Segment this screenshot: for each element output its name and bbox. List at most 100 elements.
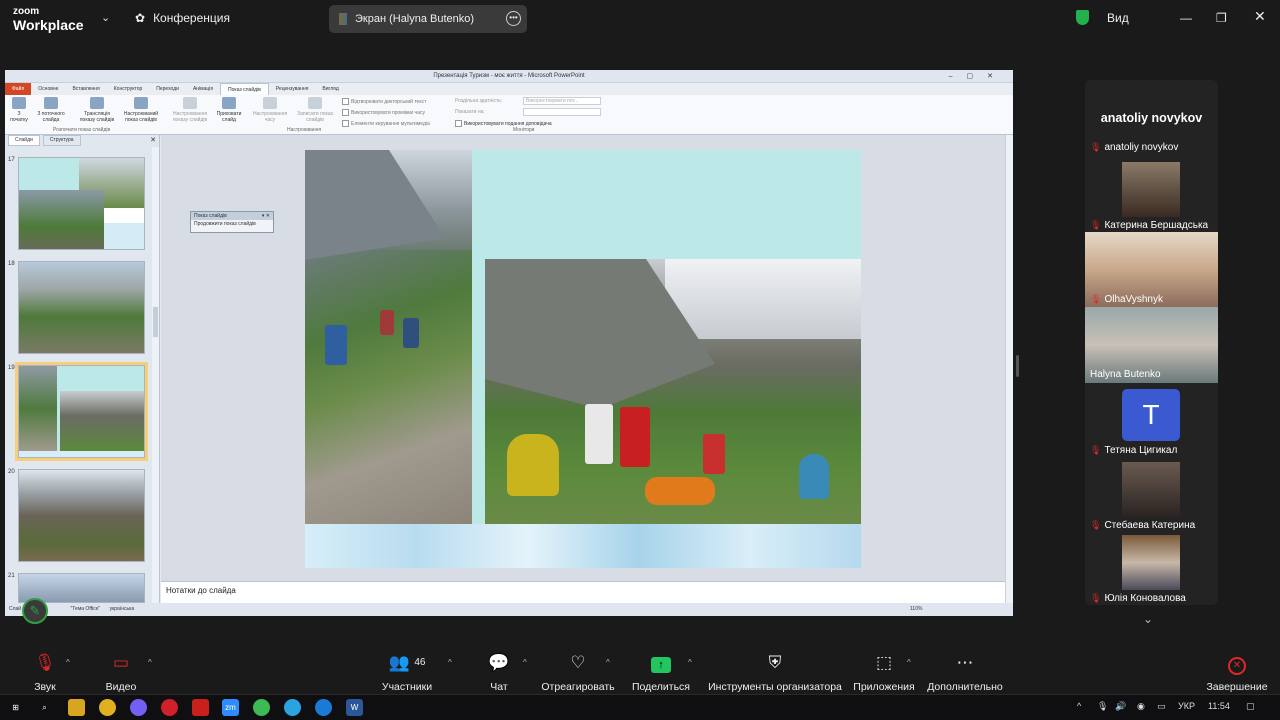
ribbon-hide-slide[interactable]: Приховати слайд: [214, 97, 244, 123]
close-icon[interactable]: ✕: [1254, 8, 1266, 25]
participant-tile[interactable]: 🎙 Катерина Бершадська: [1085, 158, 1218, 234]
ribbon-record[interactable]: Записати показ слайдів: [295, 97, 335, 123]
word-icon[interactable]: W: [346, 699, 363, 716]
chrome-alt-icon[interactable]: [253, 699, 270, 716]
video-options-caret-icon[interactable]: ^: [148, 658, 152, 667]
zoom-app-icon[interactable]: zm: [222, 699, 239, 716]
more-button[interactable]: ⋯ Дополнительно: [920, 644, 1010, 693]
host-tools-button[interactable]: ⛨ Инструменты организатора: [707, 644, 843, 693]
chat-button[interactable]: 💬 Чат: [454, 644, 544, 693]
ribbon-custom-show[interactable]: Настроюваний показ слайдів: [119, 97, 163, 123]
ppt-tab-animation[interactable]: Анімація: [186, 83, 220, 95]
video-off-icon: ▭: [112, 653, 130, 672]
tray-chevron-icon[interactable]: ^: [1077, 701, 1081, 711]
resolution-select[interactable]: Використовувати пот...: [523, 97, 601, 105]
react-caret-icon[interactable]: ^: [606, 658, 610, 667]
participant-tile[interactable]: 🎙 OlhaVyshnyk: [1085, 232, 1218, 308]
ppt-window-title: Презентація Туризм - моє життя - Microso…: [433, 73, 585, 79]
participant-tile[interactable]: 🎙 Стебаева Катерина: [1085, 458, 1218, 534]
broadcast-icon: [90, 97, 104, 109]
windows-start-icon[interactable]: ⊞: [7, 699, 24, 716]
maximize-icon[interactable]: ❐: [1216, 11, 1227, 25]
tab-slides[interactable]: Слайди: [8, 135, 40, 146]
keyboard-language[interactable]: УКР: [1178, 701, 1195, 711]
share-button[interactable]: ↑ Поделиться: [616, 644, 706, 693]
battery-icon[interactable]: ▭: [1157, 701, 1166, 712]
participant-tile[interactable]: 🎙 anatoliy novykov: [1085, 132, 1218, 156]
check-timings[interactable]: Використовувати проміжки часу: [342, 109, 425, 116]
ppt-tab-design[interactable]: Конструктор: [107, 83, 150, 95]
notifications-icon[interactable]: ▢: [1246, 701, 1255, 712]
ppt-tab-file[interactable]: Файл: [5, 83, 32, 95]
react-button[interactable]: ♡ Отреагировать: [533, 644, 623, 693]
ppt-tab-transitions[interactable]: Переходи: [149, 83, 186, 95]
chat-caret-icon[interactable]: ^: [523, 658, 527, 667]
minimize-icon[interactable]: —: [1180, 11, 1192, 25]
security-shield-icon[interactable]: [1076, 10, 1089, 25]
search-icon[interactable]: ⌕: [36, 699, 53, 716]
gallery-scroll-down-icon[interactable]: ⌄: [1143, 612, 1153, 626]
current-slide[interactable]: [305, 150, 861, 568]
end-call-icon: ✕: [1192, 653, 1280, 675]
person-white: [585, 404, 613, 464]
file-explorer-icon[interactable]: [68, 699, 85, 716]
apps-caret-icon[interactable]: ^: [907, 658, 911, 667]
ribbon-from-current[interactable]: З поточного слайда: [33, 97, 69, 123]
chrome-icon[interactable]: [99, 699, 116, 716]
chevron-down-icon[interactable]: ⌄: [101, 11, 110, 24]
slideshow-popup[interactable]: Показ слайдів ▾ ✕ Продовжити показ слайд…: [190, 211, 274, 233]
participant-tile-active-speaker[interactable]: Halyna Butenko: [1085, 307, 1218, 383]
show-on-select[interactable]: [523, 108, 601, 116]
edge-icon[interactable]: [315, 699, 332, 716]
telegram-icon[interactable]: [284, 699, 301, 716]
status-zoom[interactable]: 110%: [910, 606, 922, 612]
more-options-icon[interactable]: •••: [506, 11, 521, 26]
video-button[interactable]: ▭ Видео: [76, 644, 166, 693]
conference-info-button[interactable]: ✿ Конференция: [135, 11, 230, 25]
participants-caret-icon[interactable]: ^: [448, 658, 452, 667]
ribbon-setup-show[interactable]: Настроювання показу слайдів: [168, 97, 212, 123]
slide-thumbnail[interactable]: [18, 469, 145, 562]
clock[interactable]: 11:54: [1208, 701, 1230, 711]
participant-tile[interactable]: 🎙 Юлія Коновалова: [1085, 531, 1218, 607]
tab-outline[interactable]: Структура: [42, 135, 81, 146]
ribbon-rehearse[interactable]: Настроювання часу: [248, 97, 292, 123]
notes-area[interactable]: Нотатки до слайда: [161, 581, 1005, 603]
ppt-tab-insert[interactable]: Вставлення: [65, 83, 106, 95]
acrobat-icon[interactable]: [192, 699, 209, 716]
check-media[interactable]: Елементи керування мультимедіа: [342, 120, 430, 127]
close-panel-icon[interactable]: ✕: [150, 136, 156, 144]
participants-button[interactable]: 👥 46 Участники: [362, 644, 452, 693]
participant-tile[interactable]: T 🎙 Тетяна Цигикал: [1085, 383, 1218, 459]
end-meeting-button[interactable]: ✕ Завершение: [1192, 644, 1280, 693]
tray-mic-icon[interactable]: 🎙: [1097, 701, 1108, 712]
apps-button[interactable]: ⬚ Приложения: [839, 644, 929, 693]
screen-share-indicator[interactable]: Экран (Halyna Butenko) •••: [329, 5, 527, 33]
slides-scrollbar[interactable]: [152, 147, 159, 603]
ppt-tab-slideshow[interactable]: Показ слайдів: [220, 82, 269, 96]
audio-options-caret-icon[interactable]: ^: [66, 658, 70, 667]
volume-icon[interactable]: 🔊: [1115, 701, 1126, 712]
popup-close-icon[interactable]: ▾ ✕: [262, 213, 270, 219]
editor-scrollbar[interactable]: [1005, 135, 1013, 603]
panel-resize-handle[interactable]: [1016, 355, 1019, 377]
share-caret-icon[interactable]: ^: [688, 658, 692, 667]
check-presenter-view[interactable]: Використовувати подання доповідача: [455, 120, 552, 127]
opera-icon[interactable]: [161, 699, 178, 716]
shared-powerpoint-window[interactable]: Презентація Туризм - моє життя - Microso…: [5, 70, 1013, 616]
show-on-label: Показати на:: [455, 109, 485, 115]
check-narration[interactable]: Відтворювати дикторський текст: [342, 98, 426, 105]
ppt-tab-home[interactable]: Основне: [31, 83, 65, 95]
ppt-tab-review[interactable]: Рецензування: [269, 83, 316, 95]
view-button[interactable]: Вид: [1107, 11, 1129, 25]
slide-thumbnail[interactable]: [18, 261, 145, 354]
ribbon-broadcast[interactable]: Трансляція показу слайдів: [77, 97, 117, 123]
ribbon-from-start[interactable]: З початку: [8, 97, 30, 123]
slide-thumbnail-selected[interactable]: [15, 362, 148, 461]
network-icon[interactable]: ◉: [1137, 701, 1145, 712]
ppt-tab-view[interactable]: Вигляд: [315, 83, 345, 95]
annotate-pen-icon[interactable]: ✎: [22, 598, 48, 624]
slide-thumbnail[interactable]: [18, 157, 145, 250]
continue-slideshow-button[interactable]: Продовжити показ слайдів: [191, 220, 273, 228]
viber-icon[interactable]: [130, 699, 147, 716]
